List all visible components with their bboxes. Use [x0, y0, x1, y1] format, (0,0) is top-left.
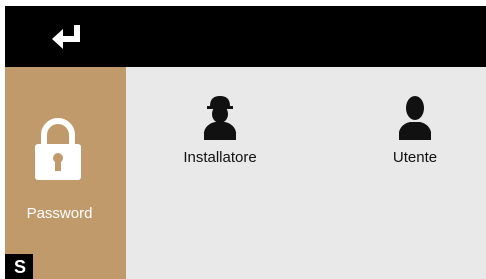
corner-glyph: S: [14, 257, 27, 277]
corner-badge: S: [5, 254, 33, 279]
installer-person-icon: [204, 96, 236, 140]
return-arrow-icon: [52, 25, 80, 49]
back-button[interactable]: [45, 20, 89, 54]
password-label: Password: [26, 205, 93, 222]
password-panel[interactable]: Password: [5, 67, 126, 279]
top-bar: [5, 6, 486, 67]
installer-label: Installatore: [183, 149, 257, 166]
user-person-icon: [399, 96, 431, 140]
user-button[interactable]: Utente: [355, 94, 475, 174]
padlock-icon: [35, 118, 81, 180]
screen: Password Installatore Utente: [5, 6, 486, 279]
installer-button[interactable]: Installatore: [160, 94, 280, 174]
user-label: Utente: [392, 149, 438, 166]
